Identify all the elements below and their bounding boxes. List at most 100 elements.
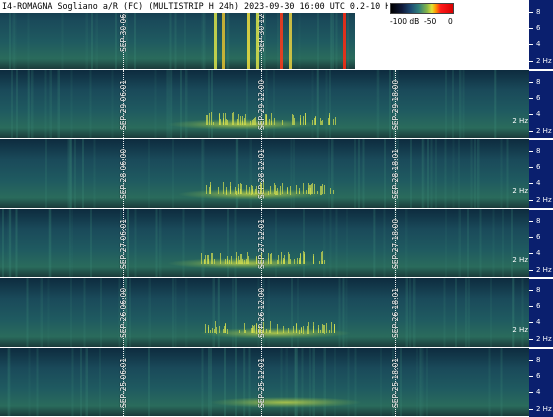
axis-label: 2 Hz [536,335,552,343]
signal-burst [299,188,301,195]
signal-burst [304,251,306,264]
signal-burst [270,253,272,264]
axis-label: 8 [536,216,541,225]
signal-burst [300,253,302,264]
signal-burst [229,182,231,195]
axis-label: 2 Hz [536,57,552,65]
axis-separator [529,346,553,349]
signal-burst [292,115,294,125]
signal-burst [225,323,226,334]
signal-burst [225,189,227,195]
axis-tick [529,12,533,13]
axis-label: 6 [536,24,541,32]
axis-label: 6 [536,93,541,102]
color-scale-bar [390,3,454,14]
axis-separator [529,277,553,279]
axis-label: 2 Hz [536,126,552,135]
axis-separator [529,207,553,210]
time-label: SEP-25 06:01 [119,357,128,408]
signal-burst [270,120,272,125]
signal-burst [333,189,335,195]
signal-burst [222,119,224,125]
axis-tick [529,322,533,323]
time-label: SEP-25 12:01 [257,357,266,408]
signal-burst [282,183,284,195]
signal-burst [274,183,276,195]
signal-burst [288,327,290,334]
signal-burst [287,187,289,195]
signal-burst [283,326,285,334]
signal-burst [302,116,304,125]
axis-label: 6 [536,302,541,310]
signal-burst [222,328,224,334]
signal-burst [299,117,301,125]
axis-tick [529,200,533,201]
signal-burst [205,324,207,334]
spectrogram-strip: SEP-28 06:00 SEP-28 12:01 SEP-28 18:01 2 Hz [0,139,529,208]
signal-burst [244,259,246,264]
signal-burst [323,325,325,334]
signal-burst [209,329,211,334]
signal-burst [320,120,322,125]
signal-burst [227,256,229,264]
axis-label: 4 [536,109,541,118]
spectrogram-strip: SEP-29 06:01 SEP-29 12:00 SEP-29 18:00 2 Hz [0,69,529,139]
axis-tick [529,391,533,393]
signal-burst [207,258,209,264]
signal-burst [237,255,239,264]
color-scale-label-mid: -50 [424,17,437,26]
hz-label: 2 Hz [512,256,528,264]
signal-burst [321,186,323,195]
spectrogram-strip: SEP-27 06:01 SEP-27 12:01 SEP-27 18:00 2 Hz [0,208,529,278]
signal-burst [305,118,307,125]
signal-burst [211,112,213,125]
signal-burst [220,118,222,125]
axis-label: 8 [536,147,541,155]
signal-burst [321,323,323,334]
signal-burst [244,330,246,334]
axis-tick [529,290,533,291]
signal-burst [239,115,241,125]
signal-burst [296,322,298,334]
signal-burst [216,326,218,334]
axis-tick [529,359,533,361]
axis-label: 6 [536,232,541,241]
signal-burst [217,187,219,195]
signal-burst [238,189,240,195]
signal-burst [205,255,207,264]
signal-burst [222,181,224,195]
signal-burst [200,253,202,264]
hz-label: 2 Hz [512,47,528,56]
signal-burst [227,120,229,125]
axis-label: 8 [536,8,541,16]
axis-tick [529,97,533,99]
signal-burst [209,113,211,125]
time-label: SEP-25 18:01 [391,357,400,408]
signal-burst [261,184,263,195]
axis-label: 4 [536,248,541,257]
signal-burst [244,114,246,125]
signal-burst [332,119,334,125]
frequency-axis: 8 6 4 2 Hz 8 6 4 2 Hz 8 6 4 2 Hz 8 6 4 2 Hz 8 6 4 2 Hz 8 6 4 2 … [529,0,553,417]
signal-burst [324,184,326,195]
signal-burst [293,325,295,334]
axis-tick [529,339,533,340]
axis-tick [529,220,533,222]
hz-label: 2 Hz [512,186,528,195]
signal-burst [210,252,212,264]
axis-tick [529,269,533,271]
spectrogram-panels: SEP-30 06:01 SEP-30 12:01 2 Hz SEP-29 06:01… [0,0,529,417]
signal-burst [238,113,240,125]
time-label: SEP-29 18:00 [391,79,400,130]
axis-tick [529,151,533,152]
signal-burst [253,118,255,125]
signal-burst [235,190,237,195]
time-label: SEP-26 18:01 [391,287,400,338]
signal-burst [330,188,332,195]
signal-burst [247,256,249,264]
signal-burst [234,186,236,195]
axis-label: 8 [536,355,541,364]
color-scale-label-max: 0 [448,17,453,26]
signal-burst [269,118,270,125]
time-label: SEP-29 06:01 [119,79,128,130]
